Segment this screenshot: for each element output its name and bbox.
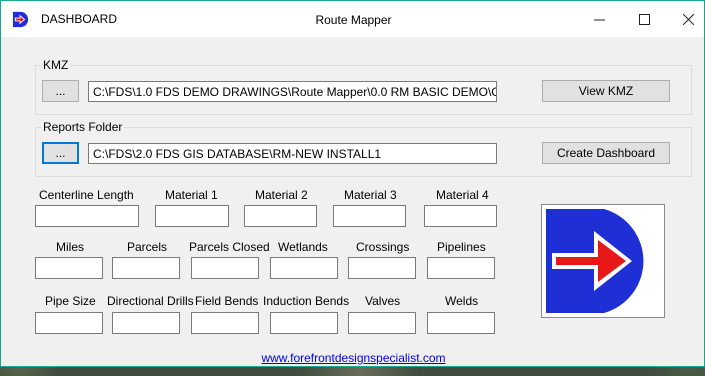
label-material-2: Material 2: [255, 188, 308, 202]
label-field-bends: Field Bends: [195, 294, 259, 308]
label-welds: Welds: [445, 294, 479, 308]
field-welds[interactable]: [427, 312, 495, 334]
main-window: DASHBOARD Route Mapper KMZ ... C:\FDS\1.…: [0, 0, 705, 367]
view-kmz-button[interactable]: View KMZ: [542, 80, 670, 102]
label-induction-bends: Induction Bends: [263, 294, 350, 308]
field-field-bends[interactable]: [191, 312, 259, 334]
field-wetlands[interactable]: [270, 257, 338, 279]
label-material-3: Material 3: [344, 188, 397, 202]
field-material-2[interactable]: [244, 205, 317, 227]
company-logo: [541, 204, 665, 318]
field-directional-drills[interactable]: [112, 312, 180, 334]
field-material-4[interactable]: [424, 205, 497, 227]
kmz-path-field[interactable]: C:\FDS\1.0 FDS DEMO DRAWINGS\Route Mappe…: [88, 81, 497, 102]
reports-browse-button[interactable]: ...: [42, 142, 79, 164]
close-icon: [682, 13, 694, 25]
label-directional-drills: Directional Drills: [107, 294, 194, 308]
create-dashboard-button[interactable]: Create Dashboard: [542, 142, 670, 164]
field-miles[interactable]: [35, 257, 103, 279]
field-pipelines[interactable]: [427, 257, 495, 279]
field-material-3[interactable]: [333, 205, 406, 227]
field-material-1[interactable]: [155, 205, 229, 227]
field-induction-bends[interactable]: [270, 312, 338, 334]
field-parcels[interactable]: [112, 257, 180, 279]
label-pipe-size: Pipe Size: [45, 294, 96, 308]
label-miles: Miles: [56, 240, 85, 254]
label-material-1: Material 1: [165, 188, 218, 202]
label-pipelines: Pipelines: [437, 240, 486, 254]
label-wetlands: Wetlands: [278, 240, 328, 254]
reports-group-label: Reports Folder: [41, 120, 125, 134]
field-parcels-closed[interactable]: [191, 257, 259, 279]
field-crossings[interactable]: [348, 257, 416, 279]
website-link[interactable]: www.forefrontdesignspecialist.com: [1, 351, 705, 365]
label-parcels-closed: Parcels Closed: [189, 240, 270, 254]
maximize-button[interactable]: [621, 1, 667, 37]
maximize-icon: [638, 13, 650, 25]
close-button[interactable]: [665, 1, 705, 37]
minimize-button[interactable]: [576, 1, 622, 37]
label-valves: Valves: [365, 294, 401, 308]
kmz-browse-button[interactable]: ...: [42, 80, 79, 102]
label-material-4: Material 4: [436, 188, 489, 202]
kmz-group-label: KMZ: [41, 58, 71, 72]
field-valves[interactable]: [348, 312, 416, 334]
logo-d-arrow-icon: [546, 209, 644, 313]
field-pipe-size[interactable]: [35, 312, 103, 334]
label-crossings: Crossings: [356, 240, 410, 254]
label-centerline-length: Centerline Length: [39, 188, 134, 202]
title-bar[interactable]: DASHBOARD Route Mapper: [1, 1, 704, 37]
reports-path-field[interactable]: C:\FDS\2.0 FDS GIS DATABASE\RM-NEW INSTA…: [88, 143, 497, 164]
field-centerline-length[interactable]: [35, 205, 139, 227]
minimize-icon: [593, 19, 605, 20]
label-parcels: Parcels: [127, 240, 168, 254]
